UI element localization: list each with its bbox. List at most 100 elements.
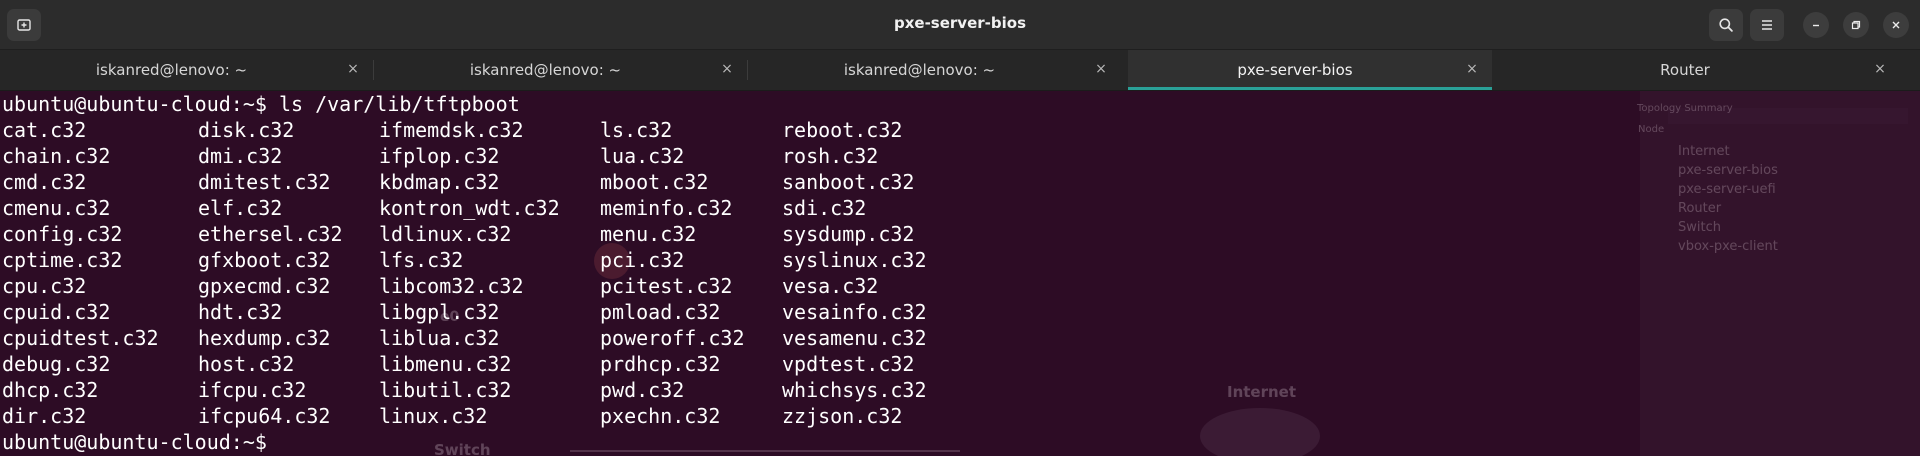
search-icon — [1719, 18, 1733, 32]
file-entry: sanboot.c32 — [782, 170, 915, 194]
file-entry: dhcp.c32 — [2, 378, 99, 402]
listing-row: cpuidtest.c32 hexdump.c32 liblua.c32 powero… — [2, 325, 1902, 351]
menu-button[interactable] — [1750, 9, 1784, 41]
file-entry: zzjson.c32 — [782, 404, 903, 428]
listing-row: chain.c32 dmi.c32 ifplop.c32 lua.c32 rosh.c3… — [2, 143, 1902, 169]
active-tab-indicator — [1128, 87, 1492, 90]
tab-label: iskanred@lenovo: ~ — [469, 61, 622, 79]
file-entry: cmd.c32 — [2, 170, 87, 194]
file-entry: dir.c32 — [2, 404, 87, 428]
file-entry: vesa.c32 — [782, 274, 879, 298]
file-entry: elf.c32 — [198, 196, 283, 220]
file-entry: disk.c32 — [198, 118, 295, 142]
tab-label: iskanred@lenovo: ~ — [843, 61, 996, 79]
file-entry: liblua.c32 — [379, 326, 500, 350]
file-entry: prdhcp.c32 — [600, 352, 721, 376]
listing-row: cmenu.c32 elf.c32 kontron_wdt.c32 meminfo.c… — [2, 195, 1902, 221]
file-entry: whichsys.c32 — [782, 378, 927, 402]
tab-close-icon[interactable]: × — [1464, 61, 1480, 77]
tab-4-active[interactable]: pxe-server-bios × — [1128, 50, 1492, 90]
file-entry: meminfo.c32 — [600, 196, 733, 220]
file-entry: gpxecmd.c32 — [198, 274, 331, 298]
hamburger-menu-icon — [1762, 20, 1772, 30]
file-entry: libgpl.c32 — [379, 300, 500, 324]
file-entry: hexdump.c32 — [198, 326, 331, 350]
maximize-button[interactable] — [1843, 12, 1869, 38]
file-entry: linux.c32 — [379, 404, 488, 428]
file-entry: libutil.c32 — [379, 378, 512, 402]
tab-1[interactable]: iskanred@lenovo: ~ × — [0, 50, 373, 90]
file-entry: cpuid.c32 — [2, 300, 111, 324]
file-entry: vesamenu.c32 — [782, 326, 927, 350]
window-title: pxe-server-bios — [894, 14, 1026, 32]
tab-close-icon[interactable]: × — [345, 61, 361, 77]
file-entry: sysdump.c32 — [782, 222, 915, 246]
tab-close-icon[interactable]: × — [1872, 61, 1888, 77]
listing-row: dhcp.c32 ifcpu.c32 libutil.c32 pwd.c32 which… — [2, 377, 1902, 403]
tab-label: Router — [1660, 61, 1710, 79]
terminal-view[interactable]: Topology Summary Node Internet pxe-serve… — [0, 91, 1920, 456]
tab-5[interactable]: Router × — [1500, 50, 1900, 90]
file-entry: cmenu.c32 — [2, 196, 111, 220]
listing-row: cpu.c32 gpxecmd.c32 libcom32.c32 pcitest.c3… — [2, 273, 1902, 299]
file-listing: cat.c32 disk.c32 ifmemdsk.c32 ls.c32 reboot.… — [2, 117, 1902, 429]
file-entry: pci.c32 — [600, 248, 685, 272]
listing-row: dir.c32 ifcpu64.c32 linux.c32 pxechn.c32 zzj… — [2, 403, 1902, 429]
file-entry: debug.c32 — [2, 352, 111, 376]
file-entry: hdt.c32 — [198, 300, 283, 324]
file-entry: reboot.c32 — [782, 118, 903, 142]
file-entry: syslinux.c32 — [782, 248, 927, 272]
file-entry: ldlinux.c32 — [379, 222, 512, 246]
file-entry: ethersel.c32 — [198, 222, 343, 246]
terminal-output: ubuntu@ubuntu-cloud:~$ ls /var/lib/tftpb… — [2, 91, 1902, 455]
file-entry: config.c32 — [2, 222, 123, 246]
header-bar: pxe-server-bios — [0, 0, 1920, 50]
file-entry: pmload.c32 — [600, 300, 721, 324]
listing-row: debug.c32 host.c32 libmenu.c32 prdhcp.c32 vp… — [2, 351, 1902, 377]
file-entry: kbdmap.c32 — [379, 170, 500, 194]
file-entry: ls.c32 — [600, 118, 673, 142]
listing-row: cptime.c32 gfxboot.c32 lfs.c32 pci.c32 sysli… — [2, 247, 1902, 273]
tab-2[interactable]: iskanred@lenovo: ~ × — [374, 50, 747, 90]
file-entry: libcom32.c32 — [379, 274, 524, 298]
file-entry: pcitest.c32 — [600, 274, 733, 298]
tab-label: iskanred@lenovo: ~ — [95, 61, 248, 79]
file-entry: gfxboot.c32 — [198, 248, 331, 272]
file-entry: menu.c32 — [600, 222, 697, 246]
file-entry: host.c32 — [198, 352, 295, 376]
file-entry: pwd.c32 — [600, 378, 685, 402]
tab-bar: iskanred@lenovo: ~ × iskanred@lenovo: ~ … — [0, 50, 1920, 91]
close-icon — [1892, 21, 1900, 29]
file-entry: vesainfo.c32 — [782, 300, 927, 324]
listing-row: cmd.c32 dmitest.c32 kbdmap.c32 mboot.c32 san… — [2, 169, 1902, 195]
search-button[interactable] — [1709, 9, 1743, 41]
listing-row: cpuid.c32 hdt.c32 libgpl.c32 pmload.c32 vesa… — [2, 299, 1902, 325]
command-line: ubuntu@ubuntu-cloud:~$ ls /var/lib/tftpb… — [2, 92, 520, 116]
file-entry: cpuidtest.c32 — [2, 326, 159, 350]
file-entry: rosh.c32 — [782, 144, 879, 168]
file-entry: mboot.c32 — [600, 170, 709, 194]
tab-3[interactable]: iskanred@lenovo: ~ × — [748, 50, 1121, 90]
maximize-icon — [1851, 20, 1861, 30]
tab-close-icon[interactable]: × — [1093, 61, 1109, 77]
file-entry: poweroff.c32 — [600, 326, 745, 350]
file-entry: ifcpu64.c32 — [198, 404, 331, 428]
listing-row: config.c32 ethersel.c32 ldlinux.c32 menu.c3… — [2, 221, 1902, 247]
file-entry: cat.c32 — [2, 118, 87, 142]
minimize-icon — [1813, 24, 1819, 27]
file-entry: kontron_wdt.c32 — [379, 196, 560, 220]
file-entry: pxechn.c32 — [600, 404, 721, 428]
file-entry: cpu.c32 — [2, 274, 87, 298]
minimize-button[interactable] — [1803, 12, 1829, 38]
tab-close-icon[interactable]: × — [719, 61, 735, 77]
file-entry: sdi.c32 — [782, 196, 867, 220]
tab-label: pxe-server-bios — [1237, 61, 1353, 79]
file-entry: chain.c32 — [2, 144, 111, 168]
file-entry: dmi.c32 — [198, 144, 283, 168]
close-button[interactable] — [1883, 12, 1909, 38]
file-entry: vpdtest.c32 — [782, 352, 915, 376]
file-entry: dmitest.c32 — [198, 170, 331, 194]
file-entry: lua.c32 — [600, 144, 685, 168]
file-entry: ifplop.c32 — [379, 144, 500, 168]
file-entry: cptime.c32 — [2, 248, 123, 272]
